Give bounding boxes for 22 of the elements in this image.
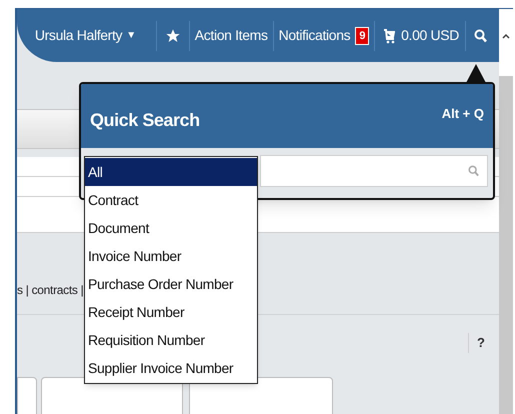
action-items-link[interactable]: Action Items [190,25,273,46]
keyboard-shortcut: Alt + Q [442,105,484,123]
dropdown-option[interactable]: Document [85,214,257,242]
dropdown-option[interactable]: Purchase Order Number [85,270,257,298]
breadcrumb-links: s | contracts | [17,282,84,299]
card [17,377,37,414]
dropdown-option[interactable]: Requisition Number [85,326,257,354]
notifications-link[interactable]: Notifications [274,25,356,46]
search-input[interactable] [260,155,488,187]
help-link[interactable]: ? [468,333,485,352]
popup-title: Quick Search [90,109,200,132]
user-menu[interactable]: Ursula Halferty ▼ [26,25,144,46]
dropdown-option[interactable]: Contract [85,186,257,214]
notification-count-badge: 9 [355,26,370,44]
cart-total[interactable]: 0.00 USD [395,25,465,46]
cart-icon[interactable] [383,28,396,44]
scroll-up-icon[interactable] [502,32,510,38]
dropdown-option[interactable]: Receipt Number [85,298,257,326]
dropdown-option[interactable]: All [85,158,257,186]
search-icon [468,165,479,177]
dropdown-option[interactable]: Supplier Invoice Number [85,354,257,382]
dropdown-option[interactable]: Invoice Number [85,242,257,270]
